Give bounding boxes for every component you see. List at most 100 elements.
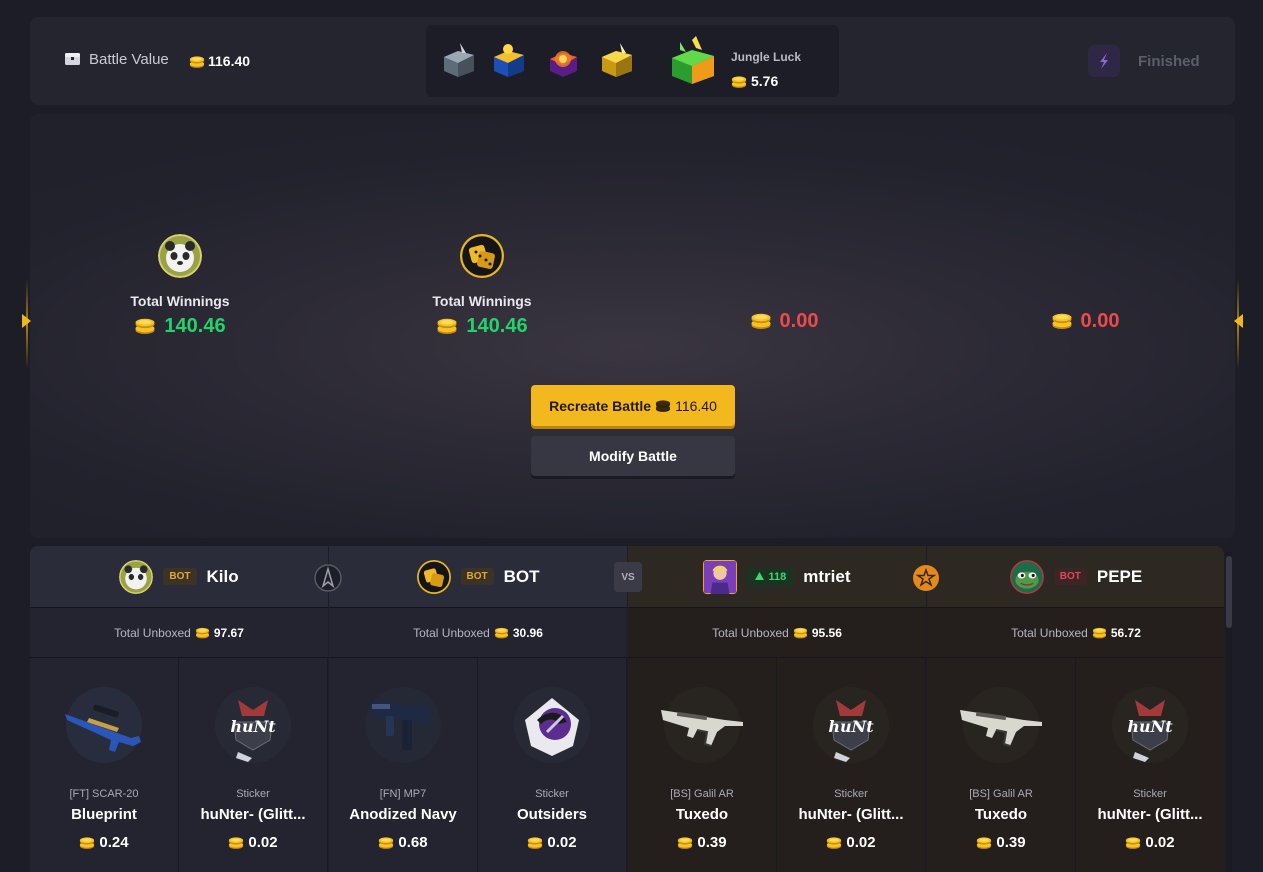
item-card[interactable]: [FN] MP7 Anodized Navy 0.68: [329, 658, 478, 872]
item-card[interactable]: huNt Sticker huNter- (Glitt... 0.02: [777, 658, 926, 872]
coin-icon: [189, 54, 205, 69]
item-price: 0.02: [777, 834, 925, 851]
hunter-sticker-icon: huNt: [215, 687, 291, 763]
mp7-smg-icon: [365, 687, 441, 763]
item-condition: Sticker: [1133, 788, 1167, 800]
item-price: 0.02: [179, 834, 327, 851]
item-card[interactable]: huNt Sticker huNter- (Glitt... 0.02: [1076, 658, 1224, 872]
item-condition: [BS] Galil AR: [670, 788, 734, 800]
item-name: Outsiders: [516, 806, 588, 823]
coin-icon: [976, 835, 992, 850]
total-winnings-amount: 0.00: [704, 310, 864, 333]
modify-battle-button[interactable]: Modify Battle: [531, 436, 735, 476]
level-badge: 118: [747, 566, 794, 587]
recreate-battle-price: 116.40: [675, 397, 717, 414]
total-winnings-amount: 0.00: [1005, 310, 1165, 333]
dice-avatar[interactable]: [416, 559, 451, 594]
coin-icon: [1125, 835, 1141, 850]
item-card[interactable]: huNt Sticker huNter- (Glitt... 0.02: [179, 658, 328, 872]
player-column-mtriet: 118 mtriet Total Unboxed 95.56 [BS] Gali…: [628, 546, 926, 872]
coin-icon: [436, 316, 458, 335]
treasure-chest-icon: [65, 53, 80, 65]
item-name: Anodized Navy: [349, 806, 457, 823]
coin-icon: [527, 835, 543, 850]
coin-icon: [731, 74, 747, 89]
galil-ar-rifle-icon: [960, 687, 1042, 763]
item-price: 0.02: [478, 834, 626, 851]
item-list: [FT] SCAR-20 Blueprint 0.24 huNt Sticker…: [30, 658, 328, 872]
item-card[interactable]: [BS] Galil AR Tuxedo 0.39: [927, 658, 1076, 872]
case-list: Jungle Luck 5.76: [426, 25, 839, 97]
recreate-battle-button[interactable]: Recreate Battle 116.40: [531, 385, 735, 426]
player-name[interactable]: BOT: [504, 567, 540, 587]
battle-header: Battle Value 116.40 Jungle Luck 5.76 Fin…: [30, 17, 1235, 105]
left-arrow-icon: [22, 314, 31, 328]
total-winnings-amount: 140.46: [402, 315, 562, 338]
item-list: [BS] Galil AR Tuxedo 0.39 huNt Sticker h…: [927, 658, 1224, 872]
player-4-winnings: 0.00: [1005, 310, 1165, 333]
item-name: huNter- (Glitt...: [1097, 806, 1203, 823]
user-avatar[interactable]: [703, 559, 738, 594]
item-price: 0.02: [1076, 834, 1224, 851]
blue-gold-case-icon[interactable]: [488, 39, 530, 81]
coin-icon: [793, 626, 808, 639]
item-card[interactable]: [FT] SCAR-20 Blueprint 0.24: [30, 658, 179, 872]
total-winnings-label: Total Winnings: [432, 293, 532, 309]
panda-avatar[interactable]: [119, 559, 154, 594]
gold-case-icon[interactable]: [596, 39, 638, 81]
player-header: BOT BOT: [329, 546, 627, 608]
item-card[interactable]: Sticker Outsiders 0.02: [478, 658, 627, 872]
coin-icon: [1092, 626, 1107, 639]
item-condition: Sticker: [236, 788, 270, 800]
battle-status: Finished: [1138, 53, 1200, 70]
item-condition: [FT] SCAR-20: [69, 788, 139, 800]
total-unboxed-value: 97.67: [213, 625, 244, 640]
hunter-sticker-icon: huNt: [813, 687, 889, 763]
svg-text:huNt: huNt: [1127, 717, 1173, 736]
item-list: [FN] MP7 Anodized Navy 0.68 Sticker Outs…: [329, 658, 627, 872]
right-arrow-icon: [1234, 314, 1243, 328]
player-column-bot: BOT BOT Total Unboxed 30.96 [FN] MP7 Ano…: [329, 546, 627, 872]
player-name[interactable]: PEPE: [1097, 567, 1142, 587]
coin-icon: [677, 835, 693, 850]
total-unboxed-value: 95.56: [811, 625, 842, 640]
item-condition: Sticker: [535, 788, 569, 800]
coin-icon: [826, 835, 842, 850]
case-price: 5.76: [751, 73, 779, 89]
coin-icon: [750, 311, 772, 330]
scrollbar-thumb[interactable]: [1226, 556, 1232, 628]
item-name: Blueprint: [71, 806, 137, 823]
battle-arena: Total Winnings 140.46 Total Winnings 140…: [22, 114, 1243, 538]
total-unboxed-label: Total Unboxed: [712, 625, 789, 640]
svg-text:huNt: huNt: [230, 717, 276, 736]
coin-icon: [134, 316, 156, 335]
player-3-winnings: 0.00: [704, 310, 864, 333]
item-price: 0.39: [927, 834, 1075, 851]
total-unboxed-label: Total Unboxed: [114, 625, 191, 640]
silver-case-icon[interactable]: [438, 39, 480, 81]
total-unboxed: Total Unboxed 95.56: [628, 608, 926, 658]
galil-ar-rifle-icon: [661, 687, 743, 763]
item-condition: [BS] Galil AR: [969, 788, 1033, 800]
total-unboxed: Total Unboxed 97.67: [30, 608, 328, 658]
item-card[interactable]: [BS] Galil AR Tuxedo 0.39: [628, 658, 777, 872]
player-header: BOT Kilo: [30, 546, 328, 608]
total-unboxed-value: 30.96: [512, 625, 543, 640]
battle-value-label: Battle Value: [89, 51, 169, 68]
item-condition: [FN] MP7: [379, 788, 427, 800]
outsiders-sticker-icon: [514, 687, 590, 763]
purple-fire-case-icon[interactable]: [542, 39, 584, 81]
team-1-icon: [314, 564, 342, 592]
player-name[interactable]: mtriet: [803, 567, 850, 587]
jungle-luck-case-icon[interactable]: [666, 34, 720, 88]
panda-avatar: [158, 234, 202, 278]
finished-status-icon: [1088, 45, 1120, 77]
coin-icon: [378, 835, 394, 850]
player-name[interactable]: Kilo: [207, 567, 239, 587]
total-unboxed: Total Unboxed 56.72: [927, 608, 1224, 658]
item-name: huNter- (Glitt...: [200, 806, 306, 823]
recreate-battle-label: Recreate Battle: [549, 397, 652, 414]
pepe-avatar[interactable]: [1009, 559, 1044, 594]
battle-value: 116.40: [208, 53, 251, 69]
team-2-icon: [913, 565, 939, 591]
